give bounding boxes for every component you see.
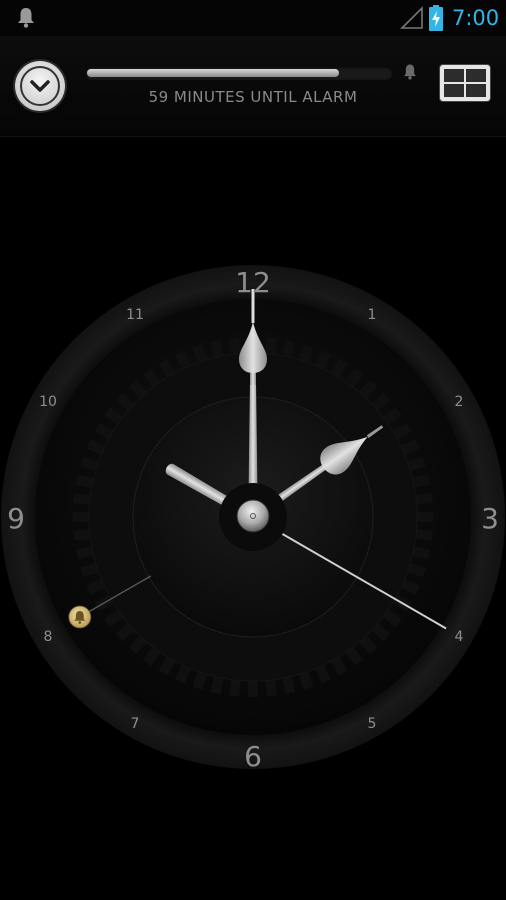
- gear-tooth: [265, 679, 277, 697]
- analog-clock[interactable]: 12 1 2 3 4 5 6 7 8 9 10 11: [0, 0, 506, 900]
- numeral-11: 11: [126, 307, 144, 323]
- gear-tooth: [415, 529, 433, 541]
- gear-tooth: [415, 493, 433, 505]
- gear-tooth: [248, 681, 258, 697]
- alarm-bell-icon[interactable]: [68, 605, 92, 629]
- gear-tooth: [73, 512, 89, 522]
- numeral-8: 8: [44, 629, 53, 645]
- gear-tooth: [73, 529, 91, 541]
- numeral-6: 6: [244, 740, 262, 773]
- numeral-3: 3: [481, 502, 499, 535]
- numeral-4: 4: [455, 629, 464, 645]
- numeral-10: 10: [39, 394, 57, 410]
- numeral-5: 5: [368, 716, 377, 732]
- gear-tooth: [229, 679, 241, 697]
- numeral-7: 7: [131, 716, 140, 732]
- numeral-1: 1: [368, 307, 377, 323]
- gear-tooth: [417, 512, 433, 522]
- gear-tooth: [73, 493, 91, 505]
- alarm-clock-screen: 7:00 59 MINUTES UNTIL ALARM 12 1 2 3 4 5…: [0, 0, 506, 900]
- gear-tooth: [229, 337, 241, 355]
- clock-hub: [236, 499, 270, 533]
- gear-tooth: [265, 337, 277, 355]
- numeral-2: 2: [455, 394, 464, 410]
- numeral-9: 9: [7, 502, 25, 535]
